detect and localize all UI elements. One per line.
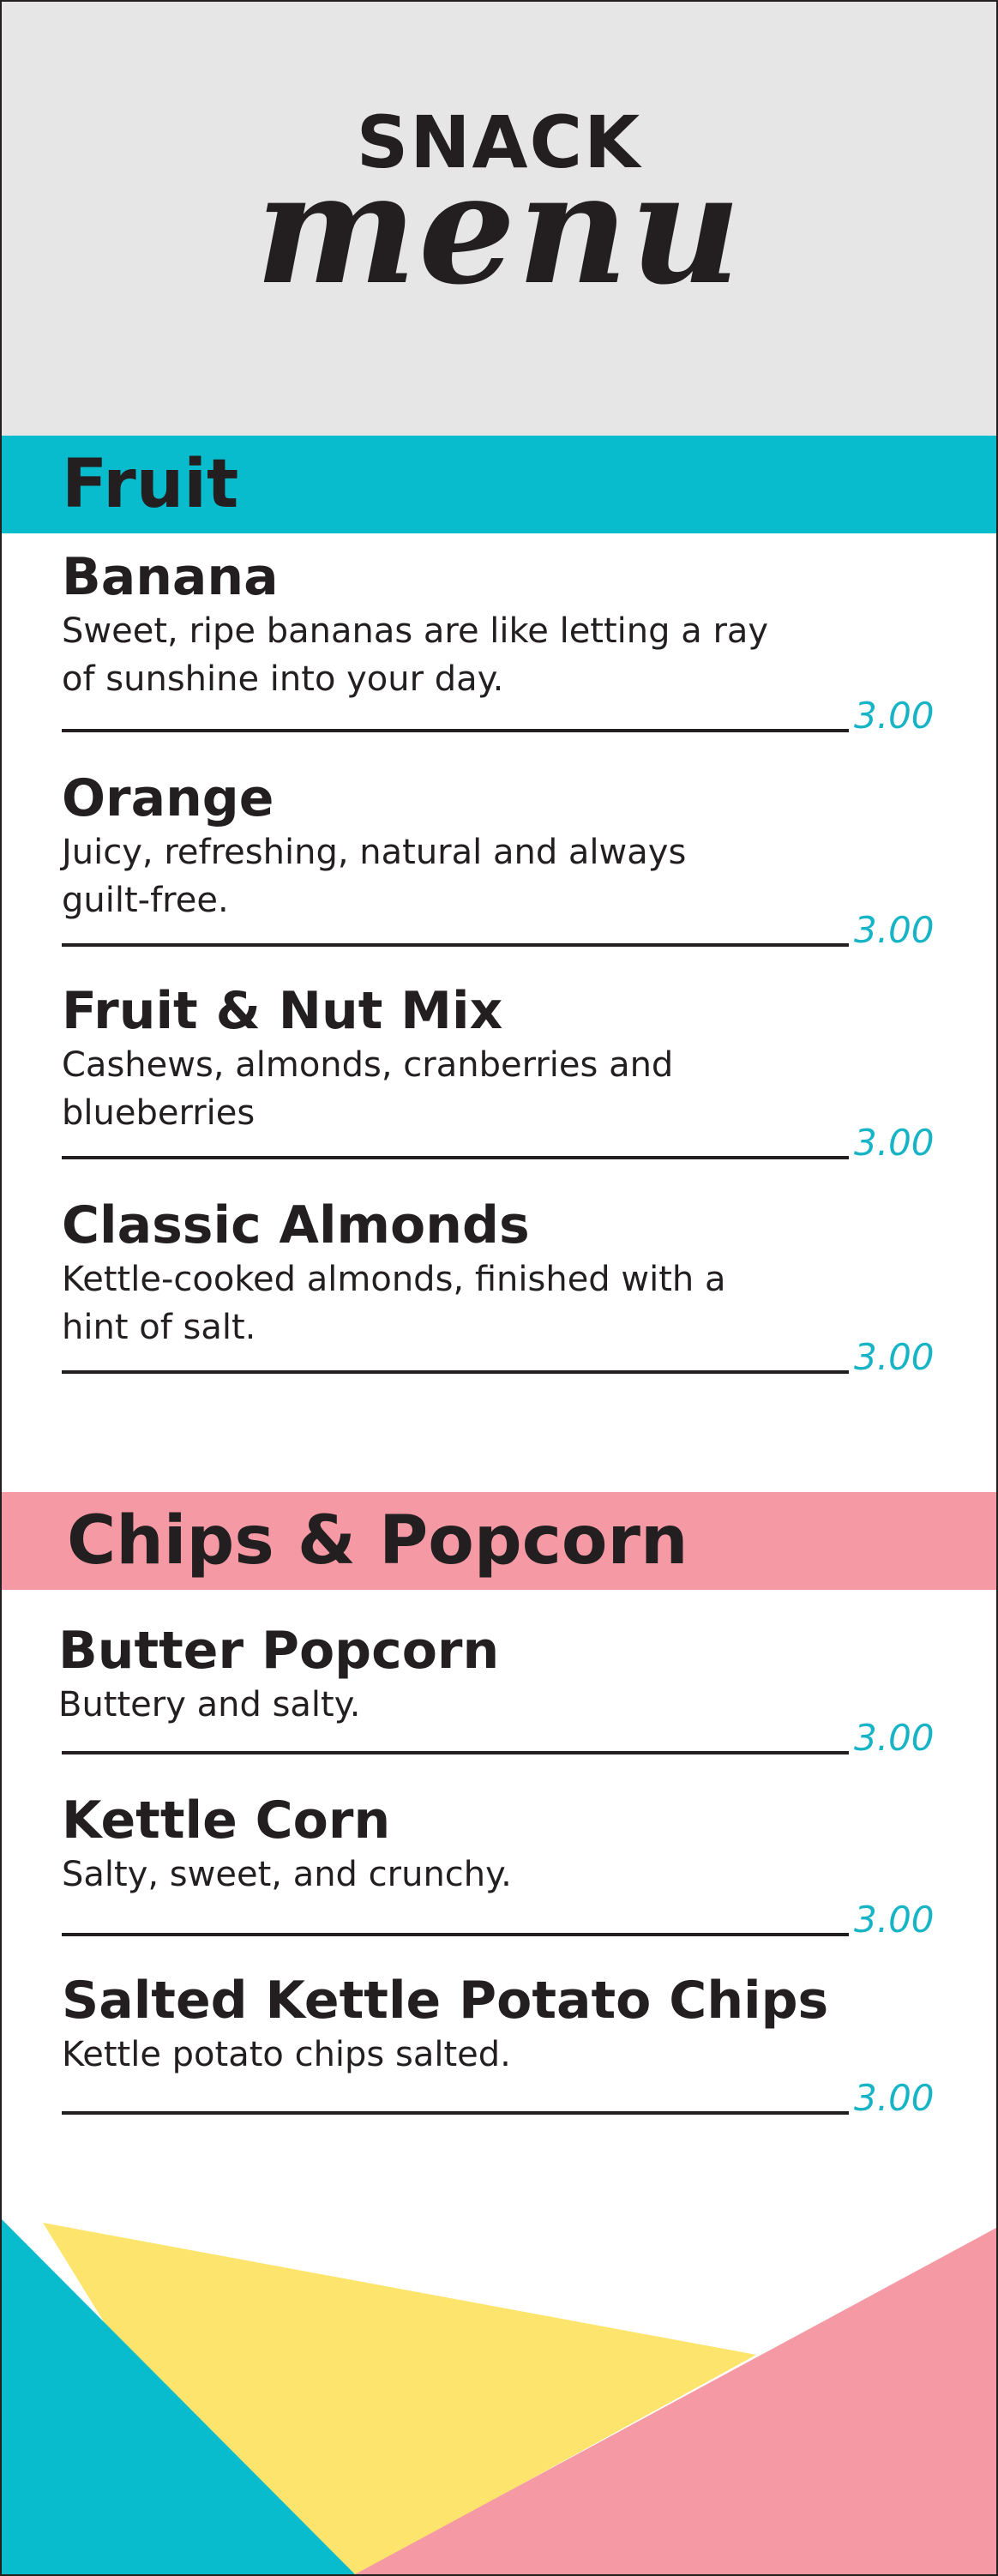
item-price: 3.00	[854, 1899, 935, 1941]
item-description: Salty, sweet, and crunchy.	[62, 1855, 512, 1894]
item-name: Orange	[62, 768, 274, 828]
item-description: Buttery and salty.	[58, 1685, 361, 1724]
menu-item: Butter Popcorn Buttery and salty. 3.00	[2, 1621, 996, 1759]
section-title: Fruit	[62, 446, 239, 523]
item-divider	[62, 1751, 849, 1754]
menu-page: SNACK menu Fruit Banana Sweet, ripe bana…	[0, 0, 998, 2576]
item-divider	[62, 1370, 849, 1374]
item-name: Banana	[62, 547, 279, 607]
item-divider	[62, 1156, 849, 1159]
item-divider	[62, 943, 849, 947]
item-description: Cashews, almonds, cranberries and bluebe…	[62, 1045, 674, 1133]
decorative-footer	[2, 2219, 996, 2574]
item-name: Butter Popcorn	[58, 1621, 500, 1681]
item-name: Salted Kettle Potato Chips	[62, 1971, 829, 2031]
item-name: Kettle Corn	[62, 1791, 391, 1851]
menu-item: Fruit & Nut Mix Cashews, almonds, cranbe…	[2, 981, 996, 1187]
item-name: Fruit & Nut Mix	[62, 981, 503, 1041]
item-divider	[62, 1933, 849, 1936]
item-divider	[62, 2111, 849, 2115]
item-name: Classic Almonds	[62, 1195, 530, 1255]
item-description: Kettle potato chips salted.	[62, 2035, 511, 2074]
menu-item: Banana Sweet, ripe bananas are like lett…	[2, 547, 996, 753]
menu-item: Orange Juicy, refreshing, natural and al…	[2, 768, 996, 974]
item-description: Sweet, ripe bananas are like letting a r…	[62, 611, 769, 699]
item-price: 3.00	[854, 1336, 935, 1378]
menu-header: SNACK menu	[2, 2, 996, 436]
item-price: 3.00	[854, 909, 935, 951]
menu-item: Kettle Corn Salty, sweet, and crunchy. 3…	[2, 1791, 996, 1941]
item-description: Juicy, refreshing, natural and always gu…	[62, 833, 687, 920]
item-price: 3.00	[854, 695, 935, 737]
menu-item: Salted Kettle Potato Chips Kettle potato…	[2, 1971, 996, 2119]
item-description: Kettle-cooked almonds, finished with a h…	[62, 1260, 726, 1347]
item-divider	[62, 729, 849, 732]
section-title: Chips & Popcorn	[67, 1502, 688, 1580]
section-header-chips-popcorn: Chips & Popcorn	[2, 1492, 996, 1590]
item-price: 3.00	[854, 1122, 935, 1164]
section-header-fruit: Fruit	[2, 436, 996, 533]
item-price: 3.00	[854, 2077, 935, 2119]
title-menu: menu	[255, 139, 743, 318]
item-price: 3.00	[854, 1717, 935, 1759]
menu-item: Classic Almonds Kettle-cooked almonds, f…	[2, 1195, 996, 1401]
